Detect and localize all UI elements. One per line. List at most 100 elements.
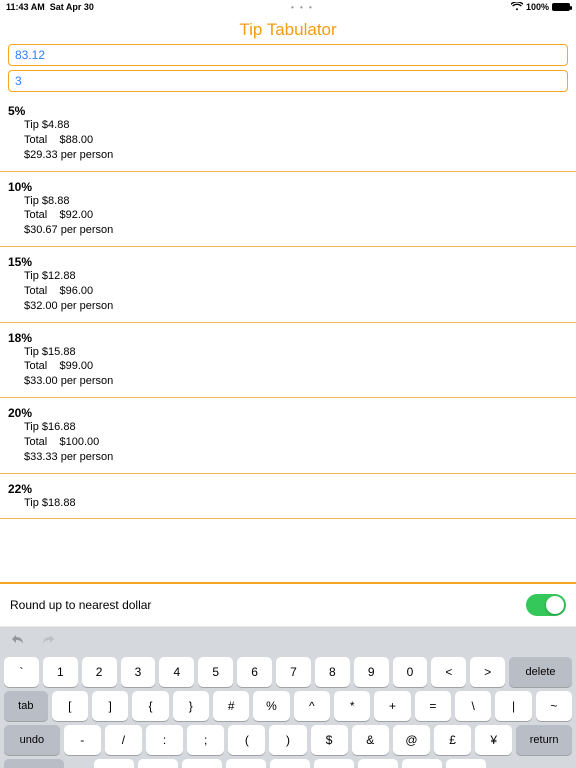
status-bar: 11:43 AM Sat Apr 30 • • • 100% [0, 0, 576, 14]
tip-pct: 22% [8, 482, 568, 496]
key[interactable]: ! [270, 759, 310, 768]
key[interactable]: [ [52, 691, 88, 721]
key[interactable]: & [352, 725, 389, 755]
tip-line: Tip $8.88 [24, 194, 568, 209]
tip-line: Tip $4.88 [24, 118, 568, 133]
status-time: 11:43 AM Sat Apr 30 [6, 2, 94, 12]
tip-line: Tip $12.88 [24, 269, 568, 284]
key[interactable]: ` [4, 657, 39, 687]
key[interactable]: ' [314, 759, 354, 768]
redo-icon[interactable] [38, 633, 56, 652]
key[interactable]: ~ [536, 691, 572, 721]
key[interactable]: - [64, 725, 101, 755]
key[interactable]: ( [228, 725, 265, 755]
people-input[interactable] [8, 70, 568, 92]
key[interactable]: { [132, 691, 168, 721]
per-person: $32.00 per person [24, 299, 568, 314]
total-val: $92.00 [59, 209, 93, 221]
tip-row: 15% Tip $12.88 Total $96.00 $32.00 per p… [0, 247, 576, 323]
round-switch[interactable] [526, 594, 566, 616]
key[interactable]: ) [269, 725, 306, 755]
key[interactable]: | [495, 691, 531, 721]
tip-pct: 20% [8, 406, 568, 420]
total-lbl: Total [24, 284, 47, 299]
return-key[interactable]: return [516, 725, 572, 755]
key[interactable]: ] [92, 691, 128, 721]
key[interactable]: £ [434, 725, 471, 755]
clock: 11:43 AM [6, 2, 45, 12]
wifi-icon [511, 2, 523, 13]
key[interactable]: # [213, 691, 249, 721]
tip-pct: 15% [8, 255, 568, 269]
key[interactable]: _ [402, 759, 442, 768]
key[interactable]: \ [455, 691, 491, 721]
kb-row-3: undo - / : ; ( ) $ & @ £ ¥ return [4, 725, 572, 755]
key[interactable]: € [446, 759, 486, 768]
key[interactable]: : [146, 725, 183, 755]
key[interactable]: " [358, 759, 398, 768]
key[interactable]: < [431, 657, 466, 687]
key[interactable]: > [470, 657, 505, 687]
key[interactable]: ¥ [475, 725, 512, 755]
multitask-dots: • • • [94, 3, 511, 12]
key[interactable]: 2 [82, 657, 117, 687]
key[interactable]: ; [187, 725, 224, 755]
key[interactable]: $ [311, 725, 348, 755]
kb-row-1: ` 1 2 3 4 5 6 7 8 9 0 < > delete [4, 657, 572, 687]
tip-line: Tip $16.88 [24, 420, 568, 435]
key[interactable]: … [94, 759, 134, 768]
undo-key[interactable]: undo [4, 725, 60, 755]
key[interactable]: 9 [354, 657, 389, 687]
key[interactable]: * [334, 691, 370, 721]
key[interactable]: @ [393, 725, 430, 755]
per-person: $30.67 per person [24, 223, 568, 238]
key[interactable]: 6 [237, 657, 272, 687]
app-title: Tip Tabulator [0, 14, 576, 44]
total-val: $100.00 [59, 436, 99, 448]
tip-pct: 10% [8, 180, 568, 194]
kb-row-4: redo … . , ? ! ' " _ € [4, 759, 572, 768]
key[interactable]: / [105, 725, 142, 755]
total-val: $96.00 [59, 285, 93, 297]
key[interactable]: % [253, 691, 289, 721]
key[interactable]: 0 [393, 657, 428, 687]
key[interactable]: } [173, 691, 209, 721]
tip-line: Tip $18.88 [24, 496, 568, 510]
per-person: $33.33 per person [24, 450, 568, 465]
kb-row-2: tab [ ] { } # % ^ * + = \ | ~ [4, 691, 572, 721]
key[interactable]: 5 [198, 657, 233, 687]
key[interactable]: 8 [315, 657, 350, 687]
total-val: $99.00 [59, 360, 93, 372]
tip-line: Tip $15.88 [24, 345, 568, 360]
key[interactable]: , [182, 759, 222, 768]
total-lbl: Total [24, 133, 47, 148]
tip-pct: 18% [8, 331, 568, 345]
tip-list: 5% Tip $4.88 Total $88.00 $29.33 per per… [0, 96, 576, 582]
key[interactable]: ^ [294, 691, 330, 721]
battery-pct: 100% [526, 2, 549, 12]
delete-key[interactable]: delete [509, 657, 572, 687]
status-date: Sat Apr 30 [50, 2, 94, 12]
key[interactable]: 3 [121, 657, 156, 687]
key[interactable]: 4 [159, 657, 194, 687]
per-person: $33.00 per person [24, 374, 568, 389]
key[interactable]: 1 [43, 657, 78, 687]
tip-row: 5% Tip $4.88 Total $88.00 $29.33 per per… [0, 96, 576, 172]
round-label: Round up to nearest dollar [10, 598, 151, 612]
key[interactable]: = [415, 691, 451, 721]
key[interactable]: + [374, 691, 410, 721]
redo-key[interactable]: redo [4, 759, 64, 768]
key[interactable]: 7 [276, 657, 311, 687]
tab-key[interactable]: tab [4, 691, 48, 721]
battery-icon [552, 3, 570, 11]
total-lbl: Total [24, 435, 47, 450]
tip-row: 22% Tip $18.88 [0, 474, 576, 519]
tip-row: 18% Tip $15.88 Total $99.00 $33.00 per p… [0, 323, 576, 399]
tip-row: 20% Tip $16.88 Total $100.00 $33.33 per … [0, 398, 576, 474]
amount-input[interactable] [8, 44, 568, 66]
keyboard: ` 1 2 3 4 5 6 7 8 9 0 < > delete tab [ ]… [0, 627, 576, 768]
undo-icon[interactable] [10, 633, 28, 652]
key[interactable]: ? [226, 759, 266, 768]
round-up-row: Round up to nearest dollar [0, 584, 576, 627]
key[interactable]: . [138, 759, 178, 768]
